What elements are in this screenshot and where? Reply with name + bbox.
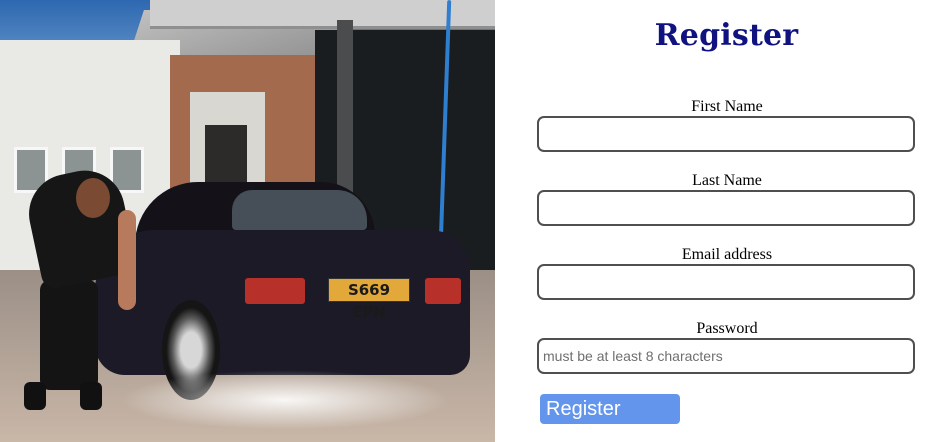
person-shoe: [24, 382, 46, 410]
register-button[interactable]: Register: [540, 394, 680, 424]
water-spray: [120, 370, 450, 430]
car-taillight-left: [245, 278, 305, 304]
car-rear-window: [232, 190, 367, 230]
first-name-label: First Name: [691, 98, 763, 115]
form-title: Register: [654, 18, 799, 53]
car-taillight-right: [425, 278, 461, 304]
password-input[interactable]: [537, 338, 915, 374]
person-legs: [40, 280, 98, 390]
car-wash-photo: S669 EPN: [0, 0, 495, 442]
last-name-label: Last Name: [692, 172, 762, 189]
first-name-input[interactable]: [537, 116, 915, 152]
license-plate: S669 EPN: [328, 278, 410, 321]
person-shoe: [80, 382, 102, 410]
email-label: Email address: [681, 246, 773, 263]
password-label: Password: [696, 320, 758, 337]
email-input[interactable]: [537, 264, 915, 300]
person-arm: [118, 210, 136, 310]
carwash-canopy: [150, 0, 495, 29]
last-name-input[interactable]: [537, 190, 915, 226]
person-head: [76, 178, 110, 218]
register-form: Register First Name Last Name Email addr…: [495, 0, 951, 442]
